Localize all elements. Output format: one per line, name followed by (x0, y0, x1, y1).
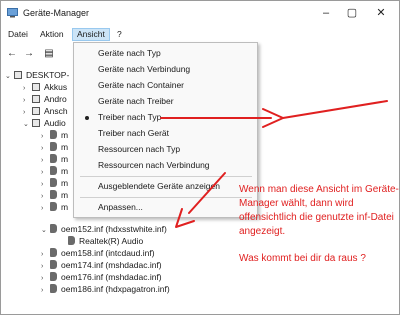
speaker-icon (50, 272, 57, 281)
minimize-icon[interactable]: – (319, 6, 333, 20)
chevron-down-icon[interactable]: ⌄ (41, 225, 50, 237)
tree-node[interactable]: ⌄ Audio (23, 117, 66, 129)
speaker-icon (50, 142, 57, 151)
chevron-down-icon[interactable]: ⌄ (5, 71, 14, 83)
menu-option-treiber-nach-geraet[interactable]: Treiber nach Gerät (98, 127, 169, 140)
tree-node[interactable]: › Ansch (23, 105, 68, 117)
port-icon (32, 107, 40, 115)
speaker-icon (50, 154, 57, 163)
speaker-icon (50, 248, 57, 257)
speaker-icon (50, 130, 57, 139)
annotation-question: Was kommt bei dir da raus ? (239, 253, 366, 264)
red-annotation: Wenn man diese Ansicht im Geräte-Manager… (239, 183, 399, 266)
window-title: Geräte-Manager (23, 8, 90, 18)
menu-help[interactable]: ? (113, 28, 126, 41)
tree-node[interactable]: ⌄ oem152.inf (hdxsstwhite.inf) (41, 223, 167, 235)
speaker-icon (50, 190, 57, 199)
tree-node[interactable]: › oem158.inf (intcdaud.inf) (41, 247, 155, 259)
menu-option-geraete-nach-typ[interactable]: Geräte nach Typ (98, 47, 161, 60)
device-manager-window: Geräte-Manager – ▢ ✕ Datei Aktion Ansich… (0, 0, 400, 315)
menu-option-geraete-nach-treiber[interactable]: Geräte nach Treiber (98, 95, 174, 108)
ansicht-dropdown-menu: Geräte nach Typ Geräte nach Verbindung G… (73, 42, 258, 218)
computer-icon (14, 71, 22, 79)
tree-node[interactable]: › m (41, 165, 68, 177)
audio-icon (32, 119, 40, 127)
radio-bullet-icon (85, 116, 89, 120)
back-arrow-icon[interactable]: ← (5, 47, 19, 61)
menu-option-geraete-nach-verbindung[interactable]: Geräte nach Verbindung (98, 63, 190, 76)
device-manager-icon (7, 8, 18, 18)
title-bar: Geräte-Manager – ▢ ✕ (1, 1, 399, 25)
menu-datei[interactable]: Datei (4, 28, 32, 41)
menu-option-anpassen[interactable]: Anpassen... (98, 201, 143, 214)
menu-option-treiber-nach-typ[interactable]: Treiber nach Typ (98, 111, 161, 124)
tree-node[interactable]: › oem186.inf (hdxpagatron.inf) (41, 283, 170, 295)
tree-node[interactable]: › m (41, 129, 68, 141)
menu-option-ausgeblendete-geraete[interactable]: Ausgeblendete Geräte anzeigen (98, 180, 220, 193)
tree-node[interactable]: › m (41, 177, 68, 189)
properties-icon[interactable]: ▤ (42, 47, 56, 61)
annotation-text: Wenn man diese Ansicht im Geräte-Manager… (239, 184, 399, 237)
menu-separator (80, 197, 252, 198)
chevron-right-icon[interactable]: › (41, 285, 50, 297)
chevron-down-icon[interactable]: ⌄ (23, 119, 32, 131)
close-icon[interactable]: ✕ (374, 6, 388, 20)
tree-node[interactable]: › m (41, 153, 68, 165)
menu-ansicht[interactable]: Ansicht (72, 28, 110, 41)
phone-icon (32, 95, 40, 103)
speaker-icon (50, 284, 57, 293)
maximize-icon[interactable]: ▢ (345, 6, 359, 20)
menu-aktion[interactable]: Aktion (36, 28, 68, 41)
menu-bar: Datei Aktion Ansicht ? (1, 26, 399, 43)
tree-node[interactable]: › m (41, 201, 68, 213)
forward-arrow-icon[interactable]: → (22, 47, 36, 61)
tree-node[interactable]: › oem176.inf (mshdadac.inf) (41, 271, 162, 283)
menu-option-geraete-nach-container[interactable]: Geräte nach Container (98, 79, 184, 92)
tree-node[interactable]: Realtek(R) Audio (59, 235, 143, 247)
tree-node[interactable]: › Andro (23, 93, 67, 105)
battery-icon (32, 83, 40, 91)
tree-root[interactable]: ⌄ DESKTOP- (5, 69, 69, 81)
speaker-icon (50, 224, 57, 233)
tree-node[interactable]: › m (41, 189, 68, 201)
speaker-icon (50, 202, 57, 211)
tree-node[interactable]: › oem174.inf (mshdadac.inf) (41, 259, 162, 271)
menu-option-ressourcen-nach-typ[interactable]: Ressourcen nach Typ (98, 143, 180, 156)
menu-option-ressourcen-nach-verbindung[interactable]: Ressourcen nach Verbindung (98, 159, 210, 172)
speaker-icon (50, 166, 57, 175)
menu-separator (80, 176, 252, 177)
speaker-icon (50, 178, 57, 187)
chevron-right-icon[interactable]: › (41, 203, 50, 215)
speaker-icon (68, 236, 75, 245)
tree-node[interactable]: › Akkus (23, 81, 67, 93)
tree-node[interactable]: › m (41, 141, 68, 153)
speaker-icon (50, 260, 57, 269)
